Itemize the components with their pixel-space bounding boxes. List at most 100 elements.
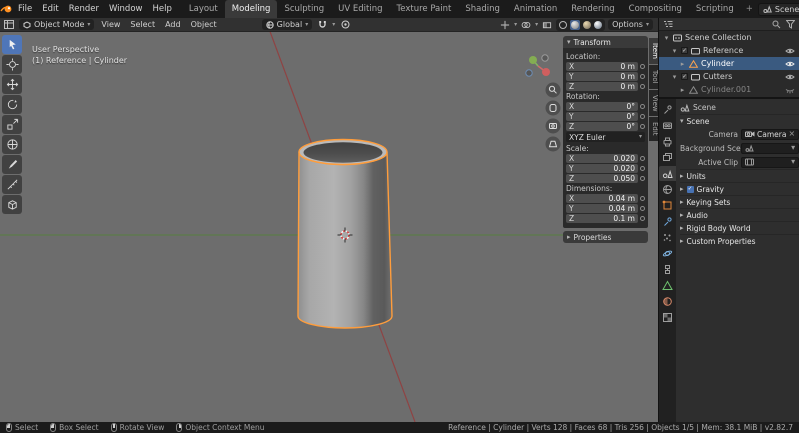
decorator-icon[interactable]	[640, 114, 645, 119]
navigation-gizmo[interactable]	[526, 55, 550, 76]
editor-type-icon[interactable]	[3, 19, 15, 30]
dimensions-y-field[interactable]: Y0.04 m	[566, 204, 638, 213]
show-gizmo-icon[interactable]	[499, 19, 511, 30]
properties-tab-material[interactable]	[659, 294, 676, 309]
menu-file[interactable]: File	[13, 0, 37, 18]
tool-annotate[interactable]	[2, 155, 22, 174]
transform-orientation-dropdown[interactable]: Global ▾	[262, 19, 313, 30]
properties-tab-output[interactable]	[659, 134, 676, 149]
workspace-tab-compositing[interactable]: Compositing	[622, 0, 689, 18]
workspace-tab-scripting[interactable]: Scripting	[689, 0, 741, 18]
collection-checkbox[interactable]: ✓	[681, 73, 688, 80]
outliner-row-reference[interactable]: ▾ ✓ Reference	[659, 44, 799, 57]
properties-tab-render[interactable]	[659, 118, 676, 133]
sidebar-tab-tool[interactable]: Tool	[649, 65, 658, 89]
properties-tab-object[interactable]	[659, 198, 676, 213]
keying-sets-panel-header[interactable]: ▸ Keying Sets	[680, 195, 799, 208]
sidebar-tab-edit[interactable]: Edit	[649, 117, 658, 141]
properties-tab-constraints[interactable]	[659, 262, 676, 277]
rotation-z-field[interactable]: Z0°	[566, 122, 638, 131]
outliner-row-scene-collection[interactable]: ▾ Scene Collection	[659, 31, 799, 44]
camera-view-button[interactable]	[546, 119, 561, 134]
properties-tab-view-layer[interactable]	[659, 150, 676, 165]
tool-rotate[interactable]	[2, 95, 22, 114]
outliner-editor-icon[interactable]	[663, 20, 673, 28]
decorator-icon[interactable]	[640, 196, 645, 201]
tool-measure[interactable]	[2, 175, 22, 194]
menu-window[interactable]: Window	[104, 0, 148, 18]
add-workspace-button[interactable]: +	[741, 0, 758, 18]
scene-selector[interactable]: Scene ×	[758, 3, 799, 16]
decorator-icon[interactable]	[640, 166, 645, 171]
workspace-tab-shading[interactable]: Shading	[458, 0, 507, 18]
overlays-icon[interactable]	[520, 19, 532, 30]
location-y-field[interactable]: Y0 m	[566, 72, 638, 81]
decorator-icon[interactable]	[640, 64, 645, 69]
viewport-menu-add[interactable]: Add	[162, 20, 184, 29]
disclosure-icon[interactable]: ▾	[671, 47, 678, 55]
eye-visible-icon[interactable]	[785, 60, 795, 68]
camera-unlink-icon[interactable]: ×	[788, 130, 795, 138]
tool-transform[interactable]	[2, 135, 22, 154]
proportional-editing-icon[interactable]	[339, 19, 351, 30]
gizmo-z-axis[interactable]	[526, 70, 532, 76]
decorator-icon[interactable]	[640, 216, 645, 221]
zoom-button[interactable]	[546, 83, 561, 98]
tool-add-cube[interactable]	[2, 195, 22, 214]
scale-z-field[interactable]: Z0.050	[566, 174, 638, 183]
workspace-tab-texture-paint[interactable]: Texture Paint	[390, 0, 459, 18]
decorator-icon[interactable]	[640, 176, 645, 181]
viewport-menu-view[interactable]: View	[98, 20, 123, 29]
tool-move[interactable]	[2, 75, 22, 94]
blender-logo-icon[interactable]	[0, 0, 13, 18]
active-clip-field[interactable]: ▾	[741, 157, 799, 168]
properties-tab-physics[interactable]	[659, 246, 676, 261]
background-scene-field[interactable]: ▾	[741, 143, 799, 154]
cylinder-object[interactable]	[298, 140, 392, 329]
sidebar-tab-item[interactable]: Item	[649, 38, 658, 64]
gizmo-x-axis[interactable]	[542, 68, 550, 76]
gravity-checkbox[interactable]: ✓	[687, 186, 694, 193]
dimensions-x-field[interactable]: X0.04 m	[566, 194, 638, 203]
menu-render[interactable]: Render	[64, 0, 104, 18]
gizmo-neg-axis[interactable]	[542, 55, 548, 61]
tool-cursor-3d[interactable]	[2, 55, 22, 74]
properties-tab-world[interactable]	[659, 182, 676, 197]
rotation-mode-dropdown[interactable]: XYZ Euler▾	[566, 132, 645, 142]
outliner-row-cylinder[interactable]: ▸ Cylinder	[659, 57, 799, 70]
viewport-menu-select[interactable]: Select	[127, 20, 158, 29]
disclosure-icon[interactable]: ▸	[679, 86, 686, 94]
options-dropdown[interactable]: Options ▾	[608, 19, 653, 30]
units-panel-header[interactable]: ▸ Units	[680, 169, 799, 182]
properties-tab-tool[interactable]	[659, 102, 676, 117]
properties-subpanel-header[interactable]: ▸ Properties	[563, 231, 648, 243]
viewport-3d[interactable]: Object Mode ▾ View Select Add Object Glo…	[0, 18, 658, 422]
breadcrumb-label[interactable]: Scene	[693, 103, 716, 112]
decorator-icon[interactable]	[640, 124, 645, 129]
scale-x-field[interactable]: X0.020	[566, 154, 638, 163]
outliner-row-cylinder-001[interactable]: ▸ Cylinder.001	[659, 83, 799, 96]
menu-edit[interactable]: Edit	[37, 0, 63, 18]
decorator-icon[interactable]	[640, 156, 645, 161]
pan-button[interactable]	[546, 101, 561, 116]
search-icon[interactable]	[772, 20, 781, 29]
shading-solid-active[interactable]	[570, 20, 580, 30]
properties-tab-modifiers[interactable]	[659, 214, 676, 229]
rigid-body-world-panel-header[interactable]: ▸ Rigid Body World	[680, 221, 799, 234]
shading-wireframe-icon[interactable]	[559, 21, 567, 29]
viewport-menu-object[interactable]: Object	[188, 20, 220, 29]
decorator-icon[interactable]	[640, 206, 645, 211]
eye-visible-icon[interactable]	[785, 47, 795, 55]
tool-scale[interactable]	[2, 115, 22, 134]
xray-toggle-icon[interactable]	[541, 19, 553, 30]
outliner-row-cutters[interactable]: ▾ ✓ Cutters	[659, 70, 799, 83]
shading-material-icon[interactable]	[583, 21, 591, 29]
properties-tab-texture[interactable]	[659, 310, 676, 325]
collection-checkbox[interactable]: ✓	[681, 47, 688, 54]
disclosure-icon[interactable]: ▸	[679, 60, 686, 68]
disclosure-icon[interactable]: ▾	[663, 34, 670, 42]
eye-visible-icon[interactable]	[785, 73, 795, 81]
scale-y-field[interactable]: Y0.020	[566, 164, 638, 173]
decorator-icon[interactable]	[640, 104, 645, 109]
tool-select-box[interactable]	[2, 35, 22, 54]
